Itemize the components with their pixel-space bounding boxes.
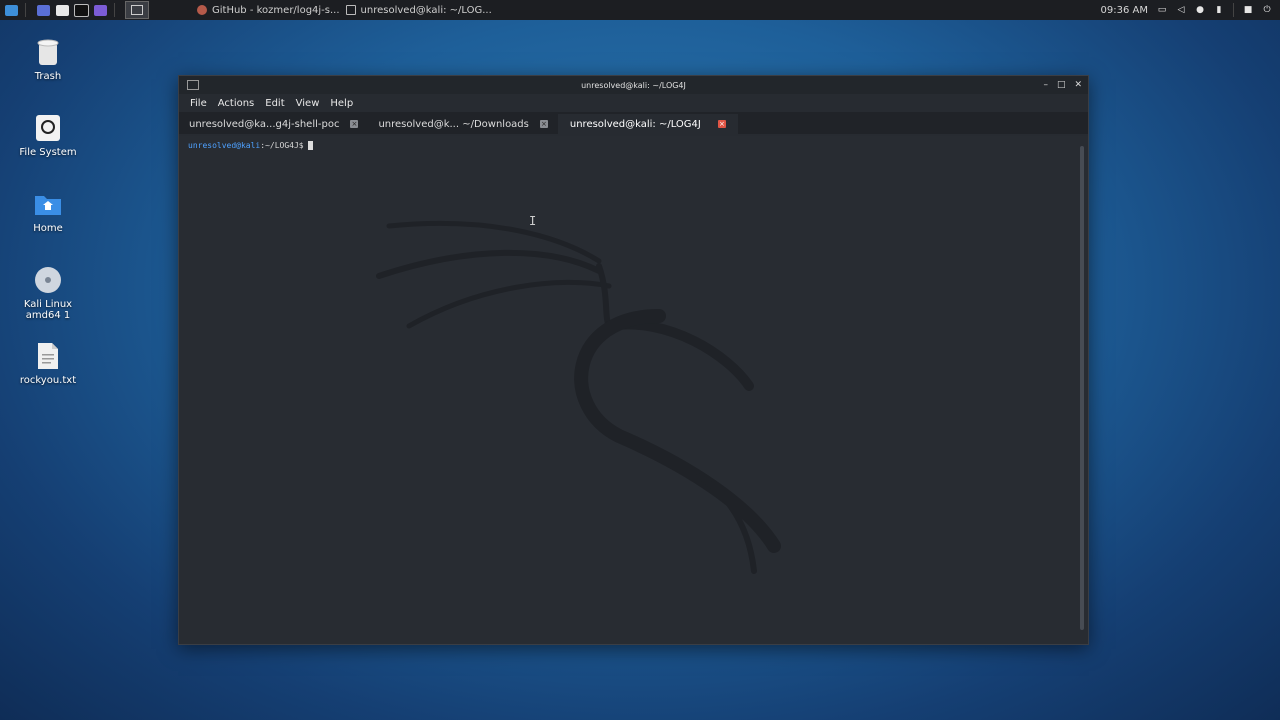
tab-close-icon[interactable]: ×: [717, 120, 726, 128]
tab-close-icon[interactable]: ×: [539, 120, 548, 128]
tab-log4j-shell-poc[interactable]: unresolved@ka...g4j-shell-poc ×: [179, 114, 368, 134]
menu-edit[interactable]: Edit: [265, 98, 284, 109]
kali-menu-icon[interactable]: [3, 2, 19, 18]
browser-icon: [197, 5, 207, 15]
window-title: unresolved@kali: ~/LOG4J: [581, 80, 686, 90]
desktop-icon-filesystem[interactable]: File System: [8, 113, 88, 158]
terminal-icon: [345, 5, 356, 15]
menu-file[interactable]: File: [190, 98, 207, 109]
text-cursor: [307, 141, 313, 150]
trash-icon: [34, 37, 62, 67]
desktop-icon-label: rockyou.txt: [19, 375, 77, 386]
logout-icon[interactable]: ⏻: [1262, 5, 1272, 15]
tab-label: unresolved@ka...g4j-shell-poc: [189, 118, 340, 130]
notifications-icon[interactable]: ●: [1195, 5, 1205, 15]
tab-label: unresolved@k... ~/Downloads: [378, 118, 529, 130]
prompt-path: :~/LOG4J$: [260, 141, 304, 150]
taskbar-item-label: GitHub - kozmer/log4j-s...: [212, 4, 340, 16]
terminal-window[interactable]: unresolved@kali: ~/LOG4J – □ ✕ File Acti…: [178, 75, 1089, 645]
tab-bar: unresolved@ka...g4j-shell-poc × unresolv…: [179, 112, 1088, 134]
desktop-icon-rockyou[interactable]: rockyou.txt: [8, 341, 88, 386]
mouse-ibeam-cursor: I: [529, 214, 537, 228]
close-icon[interactable]: ✕: [1074, 80, 1082, 90]
desktop-icon-home[interactable]: Home: [8, 189, 88, 234]
menu-bar: File Actions Edit View Help: [179, 94, 1088, 112]
panel-separator: [25, 3, 26, 17]
workspace-terminal-icon[interactable]: [125, 1, 149, 19]
home-folder-icon: [34, 189, 62, 219]
menu-actions[interactable]: Actions: [218, 98, 255, 109]
taskbar-item-browser[interactable]: GitHub - kozmer/log4j-s...: [197, 5, 340, 16]
clock[interactable]: 09:36 AM: [1101, 5, 1148, 16]
desktop-icon-label: File System: [19, 147, 77, 158]
power-icon[interactable]: ▮: [1214, 5, 1224, 15]
text-file-icon: [34, 341, 62, 371]
file-manager-icon[interactable]: [54, 2, 70, 18]
window-titlebar[interactable]: unresolved@kali: ~/LOG4J – □ ✕: [179, 76, 1088, 94]
volume-icon[interactable]: ◁: [1176, 5, 1186, 15]
desktop-icon-trash[interactable]: Trash: [8, 37, 88, 82]
browser-launcher-icon[interactable]: [92, 2, 108, 18]
panel-separator: [114, 3, 115, 17]
panel-separator: [1233, 3, 1234, 17]
desktop-icon-label: Home: [33, 223, 63, 234]
tab-close-icon[interactable]: ×: [350, 120, 359, 128]
tab-label: unresolved@kali: ~/LOG4J: [569, 118, 701, 130]
disc-icon: [34, 265, 62, 295]
maximize-icon[interactable]: □: [1057, 80, 1066, 90]
prompt-user: unresolved@kali: [188, 141, 261, 150]
minimize-icon[interactable]: –: [1043, 80, 1048, 90]
tab-downloads[interactable]: unresolved@k... ~/Downloads ×: [368, 114, 557, 134]
menu-view[interactable]: View: [296, 98, 320, 109]
terminal-launcher-icon[interactable]: [73, 2, 89, 18]
top-panel: GitHub - kozmer/log4j-s... unresolved@ka…: [0, 0, 1280, 20]
kali-dragon-watermark: [376, 220, 781, 574]
filesystem-icon: [34, 113, 62, 143]
desktop-icon-label: Kali Linux amd64 1: [23, 299, 73, 321]
taskbar-item-terminal[interactable]: unresolved@kali: ~/LOG...: [345, 4, 492, 16]
taskbar-item-label: unresolved@kali: ~/LOG...: [360, 4, 492, 16]
terminal-content[interactable]: unresolved@kali:~/LOG4J$ I: [179, 136, 1088, 644]
show-desktop-icon[interactable]: [35, 2, 51, 18]
tab-log4j[interactable]: unresolved@kali: ~/LOG4J ×: [557, 114, 738, 134]
display-icon[interactable]: ▭: [1157, 5, 1167, 15]
menu-help[interactable]: Help: [330, 98, 353, 109]
desktop-icon-disc[interactable]: Kali Linux amd64 1: [8, 265, 88, 321]
lock-icon[interactable]: ■: [1243, 5, 1253, 15]
shell-prompt[interactable]: unresolved@kali:~/LOG4J$: [188, 141, 313, 150]
desktop-icon-label: Trash: [34, 71, 62, 82]
scrollbar[interactable]: [1080, 146, 1084, 630]
